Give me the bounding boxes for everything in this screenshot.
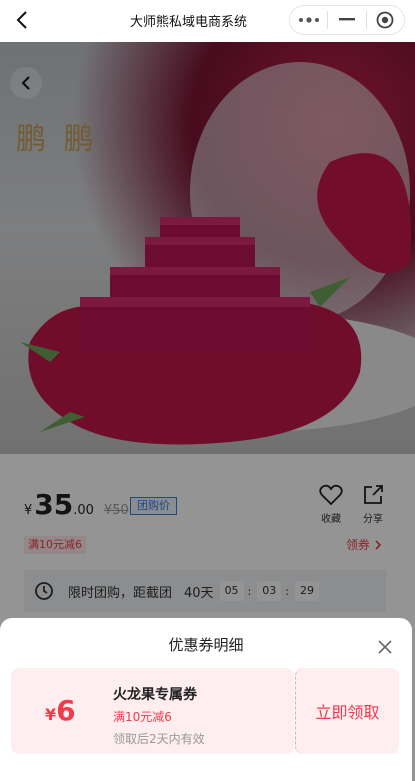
back-arrow-icon bbox=[16, 11, 27, 29]
claim-coupon-label: 立即领取 bbox=[315, 703, 380, 722]
close-miniprogram-button[interactable] bbox=[367, 6, 404, 34]
coupon-card: ¥ 6 火龙果专属券 满10元减6 领取后2天内有效 立即领取 bbox=[11, 668, 399, 754]
back-button[interactable] bbox=[10, 8, 34, 32]
coupon-detail-sheet: 优惠券明细 ¥ 6 火龙果专属券 满10元减6 领取后2天内有效 立即领取 bbox=[0, 618, 412, 781]
minus-icon bbox=[338, 18, 355, 21]
coupon-name: 火龙果专属券 bbox=[113, 687, 197, 703]
close-sheet-button[interactable] bbox=[374, 636, 396, 658]
claim-coupon-button[interactable]: 立即领取 bbox=[295, 668, 399, 754]
more-dots-icon bbox=[298, 17, 319, 23]
target-circle-icon bbox=[376, 11, 394, 29]
more-menu-button[interactable] bbox=[290, 6, 327, 34]
sheet-title: 优惠券明细 bbox=[168, 636, 244, 654]
page-title: 大师熊私域电商系统 bbox=[130, 15, 248, 30]
coupon-info: ¥ 6 火龙果专属券 满10元减6 领取后2天内有效 bbox=[11, 668, 294, 754]
coupon-validity: 领取后2天内有效 bbox=[113, 732, 205, 746]
coupon-value: 6 bbox=[56, 694, 76, 727]
close-icon bbox=[378, 640, 392, 654]
mini-program-capsule bbox=[289, 5, 405, 35]
coupon-amount: ¥ 6 bbox=[45, 694, 76, 727]
coupon-condition: 满10元减6 bbox=[113, 710, 172, 724]
top-navigation-bar: 大师熊私域电商系统 bbox=[0, 0, 415, 42]
coupon-currency: ¥ bbox=[45, 705, 57, 724]
minimize-button[interactable] bbox=[328, 6, 365, 34]
